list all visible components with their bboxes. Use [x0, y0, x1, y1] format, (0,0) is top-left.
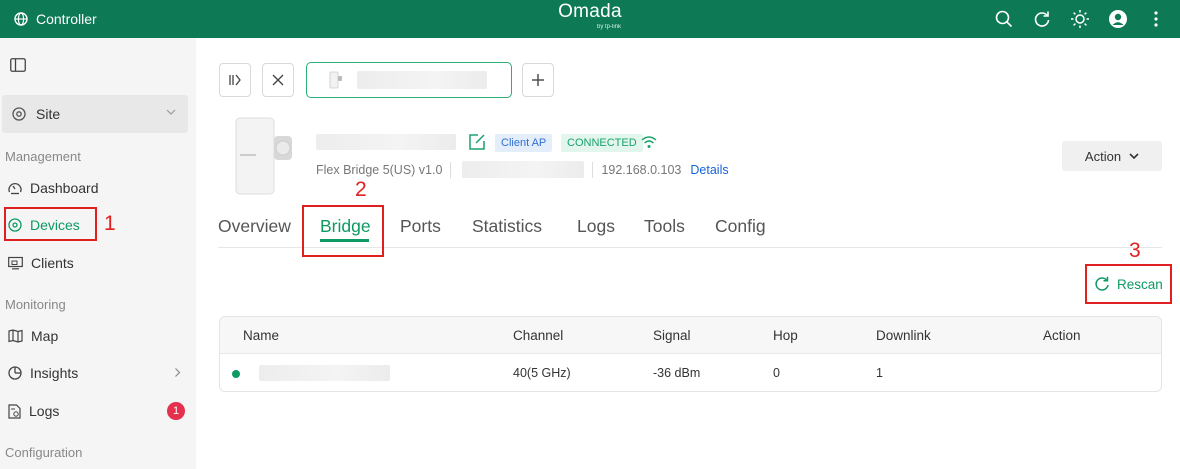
- sidebar-label-insights: Insights: [30, 365, 79, 381]
- table-header: Name Channel Signal Hop Downlink Action: [220, 317, 1161, 354]
- sidebar-label-logs: Logs: [29, 403, 60, 419]
- device-image: [228, 116, 294, 196]
- mac-address-redacted: [462, 161, 585, 178]
- insights-pie-icon: [8, 366, 22, 380]
- chevron-right-icon: [175, 368, 181, 377]
- collapse-right-icon: [229, 74, 241, 86]
- details-link[interactable]: Details: [690, 163, 728, 177]
- tab-ports[interactable]: Ports: [400, 216, 441, 237]
- group-management: Management: [5, 149, 81, 164]
- chevron-down-icon: [1129, 152, 1139, 159]
- col-action: Action: [1043, 328, 1081, 343]
- tab-statistics[interactable]: Statistics: [472, 216, 542, 237]
- app-title: Controller: [36, 11, 97, 27]
- refresh-icon[interactable]: [1032, 9, 1052, 29]
- col-downlink: Downlink: [876, 328, 931, 343]
- col-channel: Channel: [513, 328, 564, 343]
- logs-document-icon: [8, 403, 21, 419]
- cell-hop: 0: [773, 366, 780, 380]
- client-ap-tag: Client AP: [495, 134, 553, 152]
- divider: [450, 161, 452, 178]
- theme-sun-icon[interactable]: [1070, 9, 1090, 29]
- wifi-signal-icon: [641, 135, 657, 154]
- search-icon[interactable]: [994, 9, 1014, 29]
- device-tab-name-redacted: [357, 71, 487, 89]
- close-panel-button[interactable]: [262, 63, 294, 97]
- tab-tools[interactable]: Tools: [644, 216, 685, 237]
- annotation-box-3: [1085, 264, 1172, 304]
- sidebar: Site Management Dashboard Devices Client…: [0, 38, 196, 469]
- sidebar-toggle-icon[interactable]: [10, 58, 28, 74]
- site-selector[interactable]: Site: [2, 95, 188, 133]
- bridge-table: Name Channel Signal Hop Downlink Action …: [219, 316, 1162, 392]
- sidebar-item-dashboard[interactable]: Dashboard: [5, 173, 191, 203]
- add-tab-button[interactable]: [522, 63, 554, 97]
- cell-channel: 40(5 GHz): [513, 366, 571, 380]
- map-icon: [8, 329, 23, 343]
- dashboard-gauge-icon: [8, 182, 22, 195]
- table-row[interactable]: 40(5 GHz) -36 dBm 0 1: [220, 354, 1161, 391]
- device-info-line: Flex Bridge 5(US) v1.0 192.168.0.103 Det…: [316, 161, 729, 178]
- device-thumbnail-icon: [329, 71, 342, 89]
- plus-icon: [532, 74, 544, 86]
- action-label: Action: [1084, 148, 1122, 164]
- connected-status-tag: CONNECTED: [561, 134, 643, 152]
- top-bar: Controller Omada by tp-link: [0, 0, 1180, 38]
- more-vertical-icon[interactable]: [1146, 9, 1166, 29]
- chevron-down-icon: [166, 109, 176, 115]
- col-hop: Hop: [773, 328, 798, 343]
- expand-panel-button[interactable]: [219, 63, 251, 97]
- sidebar-item-map[interactable]: Map: [5, 321, 191, 351]
- logs-count-badge: 1: [167, 402, 185, 420]
- annotation-number-2: 2: [355, 178, 367, 201]
- site-label: Site: [36, 106, 61, 122]
- annotation-box-2: [302, 205, 384, 257]
- annotation-box-1: [4, 207, 97, 241]
- sidebar-item-clients[interactable]: Clients: [5, 248, 191, 278]
- close-icon: [272, 74, 284, 86]
- location-pin-icon: [12, 107, 26, 121]
- sidebar-label-dashboard: Dashboard: [30, 180, 99, 196]
- device-model: Flex Bridge 5(US) v1.0: [316, 162, 443, 177]
- connected-status-label: CONNECTED: [567, 137, 637, 149]
- tab-overview[interactable]: Overview: [218, 216, 291, 237]
- sidebar-item-insights[interactable]: Insights: [5, 358, 191, 388]
- device-ip: 192.168.0.103: [601, 162, 682, 177]
- device-name-redacted: [316, 134, 456, 150]
- row-name-redacted: [259, 365, 390, 381]
- online-status-dot: [232, 370, 240, 378]
- action-dropdown-button[interactable]: Action: [1062, 141, 1162, 171]
- col-name: Name: [243, 328, 280, 343]
- edit-name-icon[interactable]: [468, 133, 486, 156]
- col-signal: Signal: [653, 328, 691, 343]
- annotation-number-1: 1: [104, 212, 116, 235]
- annotation-number-3: 3: [1129, 239, 1141, 262]
- sidebar-label-clients: Clients: [31, 255, 74, 271]
- sidebar-label-map: Map: [31, 328, 59, 344]
- tab-logs[interactable]: Logs: [577, 216, 615, 237]
- cell-downlink: 1: [876, 366, 883, 380]
- globe-icon: [14, 12, 28, 26]
- controller-title[interactable]: Controller: [14, 0, 97, 38]
- clients-monitor-icon: [8, 256, 23, 270]
- device-tab[interactable]: [306, 62, 512, 98]
- group-monitoring: Monitoring: [5, 297, 66, 312]
- cell-signal: -36 dBm: [653, 366, 701, 380]
- divider: [592, 161, 594, 178]
- sidebar-item-logs[interactable]: Logs: [5, 396, 191, 426]
- tab-config[interactable]: Config: [715, 216, 766, 237]
- avatar-icon[interactable]: [1108, 9, 1128, 29]
- group-configuration: Configuration: [5, 445, 83, 460]
